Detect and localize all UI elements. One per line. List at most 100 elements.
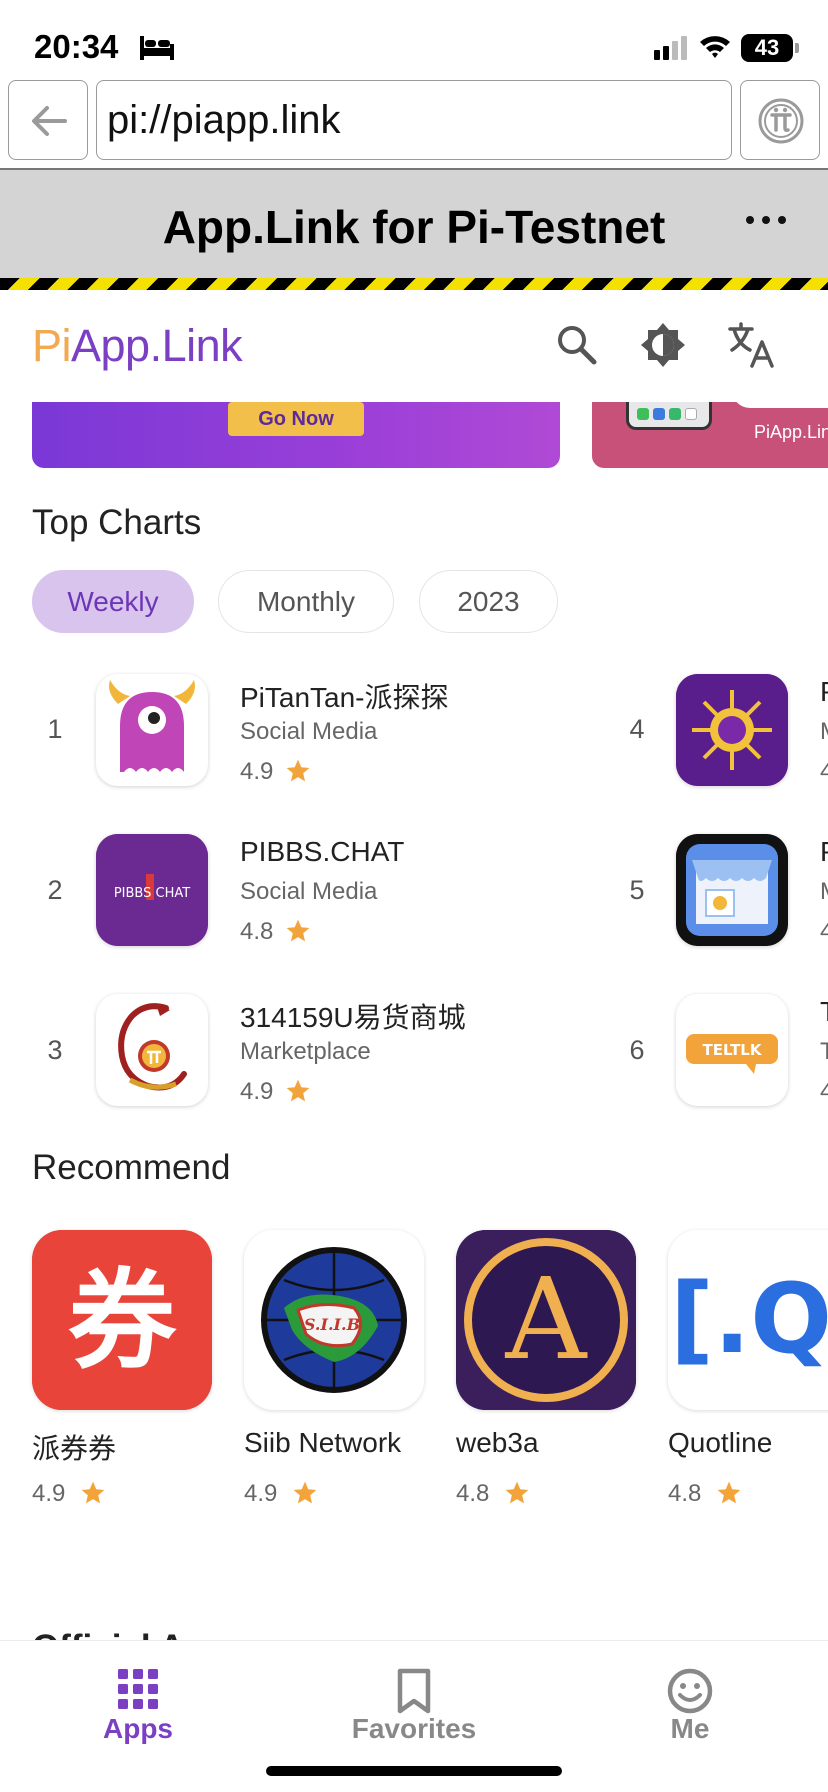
more-dot (746, 216, 754, 224)
nav-me-label: Me (670, 1713, 710, 1744)
rec-app-name[interactable]: web3a (456, 1427, 539, 1459)
nav-favorites[interactable]: Favorites (314, 1641, 514, 1761)
hazard-stripe (0, 278, 828, 290)
svg-text:[.Q]: [.Q] (670, 1263, 828, 1375)
banner-carousel: Go Now PiApp.Lin (0, 402, 828, 468)
app-icon-paiquanquan[interactable]: 券 (32, 1230, 212, 1410)
pitantan-monster-icon (109, 680, 195, 772)
recommend-title: Recommend (32, 1148, 231, 1187)
speech-bubble (732, 402, 828, 408)
rank-number: 2 (47, 875, 63, 905)
url-field[interactable]: pi://piapp.link (96, 80, 732, 160)
banner-2-text: PiApp.Lin (754, 422, 828, 442)
app-icon-rank-5[interactable] (676, 834, 788, 946)
phone-app-dot (653, 408, 665, 420)
cellular-signal-icon (654, 36, 687, 60)
svg-text:PIBBS CHAT: PIBBS CHAT (114, 886, 190, 901)
pi-wallet-button[interactable] (740, 80, 820, 160)
app-name[interactable]: P (820, 836, 828, 868)
app-icon-pitantan[interactable] (96, 674, 208, 786)
tab-2023[interactable]: 2023 (419, 570, 558, 633)
svg-text:A: A (505, 1255, 588, 1385)
storefront-icon (676, 834, 788, 946)
app-name[interactable]: PiTanTan-派探探 (240, 676, 449, 716)
nav-me[interactable]: Me (590, 1641, 790, 1761)
tab-monthly[interactable]: Monthly (218, 570, 394, 633)
app-rating: 4 (820, 758, 828, 785)
app-category: T (820, 1038, 828, 1065)
rec-app-rating: 4.9 (244, 1480, 278, 1507)
rank-number: 3 (47, 1035, 63, 1065)
browser-bar: pi://piapp.link (0, 74, 828, 168)
testnet-banner: App.Link for Pi-Testnet (0, 168, 828, 278)
app-category: Social Media (240, 718, 378, 745)
app-rating: 4.9 (240, 1078, 274, 1105)
smiley-icon (667, 1668, 713, 1714)
more-options-button[interactable] (742, 198, 790, 238)
app-icon-quotline[interactable]: [.Q] (668, 1230, 828, 1410)
nav-apps[interactable]: Apps (38, 1641, 238, 1761)
app-category: M (820, 718, 828, 746)
app-category: Marketplace (240, 1038, 371, 1065)
rank-number: 6 (629, 1035, 645, 1065)
wifi-icon (700, 36, 730, 58)
back-arrow-icon (32, 106, 67, 136)
app-name[interactable]: 314159U易货商城 (240, 996, 466, 1036)
rank-number: 4 (629, 714, 645, 744)
star-icon (286, 759, 310, 782)
rec-app-rating: 4.8 (456, 1480, 490, 1507)
tab-weekly[interactable]: Weekly (32, 570, 194, 633)
more-dot (762, 216, 770, 224)
app-name[interactable]: T (820, 996, 828, 1028)
theme-toggle-icon[interactable] (638, 320, 688, 370)
search-icon[interactable] (552, 320, 602, 370)
more-dot (778, 216, 786, 224)
siib-globe-icon: S.I.I.B (244, 1230, 424, 1410)
phone-app-dot (637, 408, 649, 420)
status-bar: 20:34 43 (0, 0, 828, 74)
pi-coin-icon (758, 98, 804, 144)
rec-app-name[interactable]: 派券券 (32, 1427, 116, 1467)
promo-banner-2[interactable]: PiApp.Lin (592, 402, 828, 468)
app-rating: 4 (820, 1078, 828, 1105)
top-charts-title: Top Charts (32, 503, 202, 542)
star-icon (505, 1481, 529, 1504)
phone-app-dot (685, 408, 697, 420)
app-icon-teltlk[interactable]: TELTLK (676, 994, 788, 1106)
bookmark-icon (397, 1668, 431, 1714)
coupon-character-icon: 券 (32, 1230, 212, 1410)
rec-app-rating: 4.8 (668, 1480, 702, 1507)
app-name[interactable]: PIBBS.CHAT (240, 836, 404, 868)
go-now-button[interactable]: Go Now (228, 402, 364, 436)
brand-pi: Pi (32, 320, 72, 371)
phone-app-dot (669, 408, 681, 420)
translate-icon[interactable] (726, 320, 776, 370)
apps-grid-icon (118, 1669, 158, 1709)
status-time: 20:34 (34, 28, 119, 65)
app-icon-web3a[interactable]: A (456, 1230, 636, 1410)
back-button[interactable] (8, 80, 88, 160)
quotline-bracket-icon: [.Q] (668, 1230, 828, 1410)
app-header: PiApp.Link (0, 290, 828, 402)
app-name[interactable]: P (820, 676, 828, 708)
app-icon-pibbs-chat[interactable]: PIBBS CHAT (96, 834, 208, 946)
rank-number: 5 (629, 875, 645, 905)
testnet-title: App.Link for Pi-Testnet (162, 201, 666, 253)
star-icon (286, 919, 310, 942)
brand-logo[interactable]: PiApp.Link (32, 320, 243, 372)
teltlk-logo-icon: TELTLK (686, 1034, 778, 1074)
bed-icon (140, 36, 174, 60)
rec-app-name[interactable]: Quotline (668, 1427, 772, 1459)
promo-banner[interactable]: Go Now (32, 402, 560, 468)
app-icon-siib-network[interactable]: S.I.I.B (244, 1230, 424, 1410)
app-rating: 4.8 (240, 918, 274, 945)
star-icon (81, 1481, 105, 1504)
nav-favorites-label: Favorites (351, 1713, 477, 1744)
app-icon-rank-4[interactable] (676, 674, 788, 786)
web3a-letter-icon: A (456, 1230, 636, 1410)
sun-emblem-icon (676, 674, 788, 786)
rec-app-name[interactable]: Siib Network (244, 1427, 401, 1459)
rec-app-rating: 4.9 (32, 1480, 66, 1507)
app-icon-314159u[interactable] (96, 994, 208, 1106)
dragon-pi-icon (118, 1003, 187, 1091)
